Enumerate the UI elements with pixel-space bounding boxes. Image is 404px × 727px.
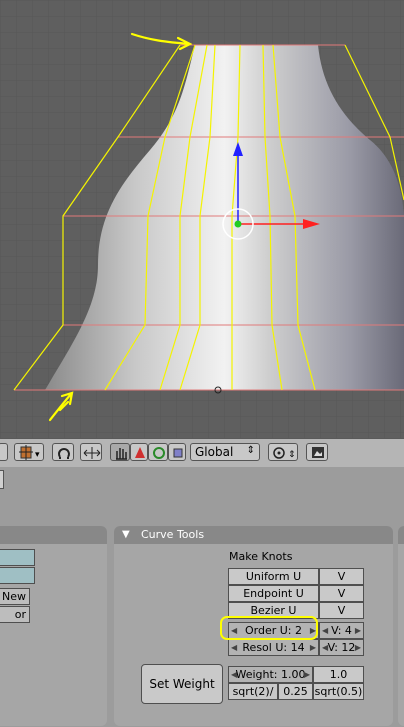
bezier-v-button[interactable]: V [319, 602, 364, 619]
increment-arrow-icon[interactable]: ▶ [304, 667, 310, 682]
endpoint-v-button[interactable]: V [319, 585, 364, 602]
uniform-v-button[interactable]: V [319, 568, 364, 585]
translate-icon[interactable] [130, 443, 148, 461]
weight-sqrt2-button[interactable]: sqrt(2)/ [228, 683, 278, 700]
left-panel-button-2[interactable] [0, 567, 35, 584]
make-knots-label: Make Knots [229, 550, 293, 563]
pivot-menu[interactable]: ▾ [14, 443, 44, 461]
curve-tools-panel: ▼ Curve Tools Make Knots Uniform U V End… [114, 526, 393, 726]
viewport-canvas [0, 0, 404, 438]
left-panel-button-1[interactable] [0, 549, 35, 566]
orientation-select[interactable]: Global ⇕ [190, 443, 260, 461]
uniform-u-button[interactable]: Uniform U [228, 568, 319, 585]
increment-arrow-icon[interactable]: ▶ [310, 640, 316, 655]
left-panel: New or [0, 526, 107, 726]
curve-tools-title: Curve Tools [141, 528, 205, 541]
hand-icon[interactable] [110, 443, 130, 461]
resol-v-field[interactable]: ◀ V: 12 ▶ [319, 639, 364, 656]
svg-text:⇕: ⇕ [288, 450, 296, 460]
proportional-edit-icon[interactable]: ⇕ [268, 443, 298, 461]
rotate-icon[interactable] [148, 443, 168, 461]
magnet-icon[interactable] [52, 443, 74, 461]
resol-u-field[interactable]: ◀ Resol U: 14 ▶ [228, 639, 319, 656]
manipulator-icon[interactable] [80, 443, 102, 461]
weight-1-button[interactable]: 1.0 [313, 666, 364, 683]
buttons-window: New or ▼ Curve Tools Make Knots Uniform … [0, 467, 404, 727]
right-panel-edge [398, 526, 404, 726]
new-button[interactable]: New [0, 588, 30, 605]
order-v-field[interactable]: ◀ V: 4 ▶ [319, 622, 364, 639]
svg-text:▾: ▾ [35, 450, 40, 460]
right-panel-header [398, 526, 404, 544]
weight-sqrt05-button[interactable]: sqrt(0.5) [313, 683, 364, 700]
or-button[interactable]: or [0, 606, 30, 623]
view-header: ▾ Global ⇕ ⇕ [0, 438, 404, 468]
scale-icon[interactable] [168, 443, 186, 461]
window-edge-tab[interactable] [0, 470, 4, 489]
menu-button[interactable] [0, 443, 8, 461]
curve-tools-header[interactable]: ▼ Curve Tools [114, 526, 393, 544]
3d-viewport[interactable] [0, 0, 404, 438]
weight-field[interactable]: ◀ Weight: 1.00 ▶ [228, 666, 313, 683]
orientation-value: Global [195, 445, 234, 459]
increment-arrow-icon[interactable]: ▶ [355, 623, 361, 638]
collapse-triangle-icon[interactable]: ▼ [122, 529, 130, 540]
render-preview-icon[interactable] [306, 443, 328, 461]
endpoint-u-button[interactable]: Endpoint U [228, 585, 319, 602]
annotation-highlight [220, 616, 318, 640]
increment-arrow-icon[interactable]: ▶ [355, 640, 361, 655]
weight-025-button[interactable]: 0.25 [278, 683, 313, 700]
set-weight-button[interactable]: Set Weight [141, 664, 223, 704]
chevron-updown-icon: ⇕ [246, 445, 255, 456]
left-panel-header [0, 526, 107, 544]
